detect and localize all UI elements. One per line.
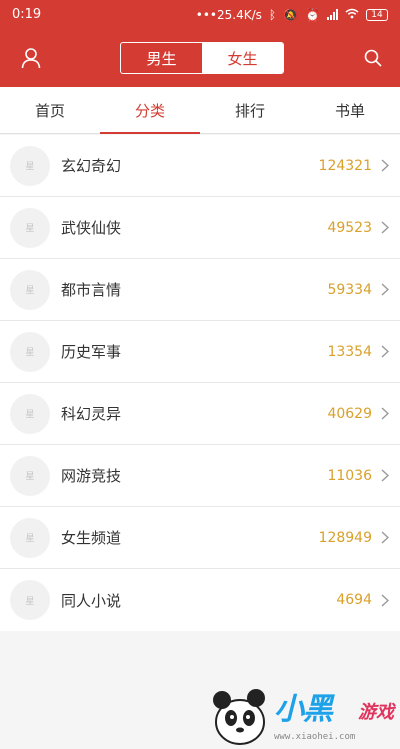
category-row[interactable]: 星 玄幻奇幻 124321 [0,135,400,197]
category-name: 都市言情 [61,281,122,299]
chevron-right-icon [380,158,390,174]
search-icon[interactable] [360,45,386,71]
category-row[interactable]: 星 科幻灵异 40629 [0,383,400,445]
watermark: 小黑 游戏 www.xiaohei.com [208,682,398,746]
gender-toggle: 男生 女生 [120,42,284,74]
category-row[interactable]: 星 武侠仙侠 49523 [0,197,400,259]
category-row[interactable]: 星 女生频道 128949 [0,507,400,569]
book-thumbnail-icon: 星 [10,269,50,310]
chevron-right-icon [380,530,390,546]
thumbnail-placeholder-label: 星 [25,534,35,544]
book-thumbnail-icon: 星 [10,455,50,496]
category-name: 网游竞技 [61,467,122,485]
tab-category[interactable]: 分类 [100,87,200,134]
status-bar: 0:19 •••25.4K/s ᛒ 🔕 ⏰ 14 [0,0,400,29]
category-name: 武侠仙侠 [61,219,122,237]
chevron-right-icon [380,592,390,608]
category-count: 59334 [327,281,372,298]
app-bar: 男生 女生 [0,29,400,87]
category-count: 11036 [327,467,372,484]
category-count: 4694 [336,592,372,608]
tab-booklist[interactable]: 书单 [300,87,400,133]
chevron-right-icon [380,468,390,484]
category-count: 49523 [327,219,372,236]
category-row[interactable]: 星 历史军事 13354 [0,321,400,383]
book-thumbnail-icon: 星 [10,207,50,248]
thumbnail-placeholder-label: 星 [25,348,35,358]
book-thumbnail-icon: 星 [10,580,50,620]
signal-icon [327,9,338,20]
book-thumbnail-icon: 星 [10,393,50,434]
category-count: 128949 [318,529,372,546]
gender-tab-male[interactable]: 男生 [121,43,202,73]
category-count: 13354 [327,343,372,360]
thumbnail-placeholder-label: 星 [25,472,35,482]
watermark-brand-games: 游戏 [358,702,394,723]
category-name: 同人小说 [61,591,122,610]
book-thumbnail-icon: 星 [10,331,50,372]
category-row[interactable]: 星 都市言情 59334 [0,259,400,321]
nav-tabs: 首页 分类 排行 书单 [0,87,400,134]
category-row[interactable]: 星 同人小说 4694 [0,569,400,631]
chevron-right-icon [380,220,390,236]
tab-home[interactable]: 首页 [0,87,100,133]
watermark-url: www.xiaohei.com [274,732,356,742]
book-thumbnail-icon: 星 [10,145,50,186]
category-count: 40629 [327,405,372,422]
wifi-icon [345,8,359,22]
mute-icon: 🔕 [283,7,299,22]
bluetooth-icon: ᛒ [268,7,277,22]
category-name: 女生频道 [61,529,122,547]
category-count: 124321 [318,157,372,174]
network-speed: •••25.4K/s [195,7,262,22]
user-icon[interactable] [18,45,44,71]
thumbnail-placeholder-label: 星 [25,410,35,420]
gender-tab-female[interactable]: 女生 [202,43,283,73]
category-name: 历史军事 [61,343,122,361]
battery-icon: 14 [366,8,388,21]
category-name: 玄幻奇幻 [61,157,122,175]
category-list: 星玄幻奇幻 124321 星武侠仙侠 49523 星都市言情 59334 星历史军事 1335… [0,135,400,631]
thumbnail-placeholder-label: 星 [25,162,35,172]
alarm-icon: ⏰ [305,7,320,22]
category-row[interactable]: 星 网游竞技 11036 [0,445,400,507]
status-icons: •••25.4K/s ᛒ 🔕 ⏰ 14 [196,8,388,22]
panda-logo-icon [213,689,265,745]
thumbnail-placeholder-label: 星 [25,286,35,296]
book-thumbnail-icon: 星 [10,517,50,558]
tab-ranking[interactable]: 排行 [200,87,300,133]
thumbnail-placeholder-label: 星 [25,224,35,234]
watermark-brand: 小黑 [274,692,333,727]
status-time: 0:19 [12,7,42,22]
category-name: 科幻灵异 [61,405,122,423]
thumbnail-placeholder-label: 星 [25,596,35,607]
chevron-right-icon [380,282,390,298]
chevron-right-icon [380,344,390,360]
chevron-right-icon [380,406,390,422]
